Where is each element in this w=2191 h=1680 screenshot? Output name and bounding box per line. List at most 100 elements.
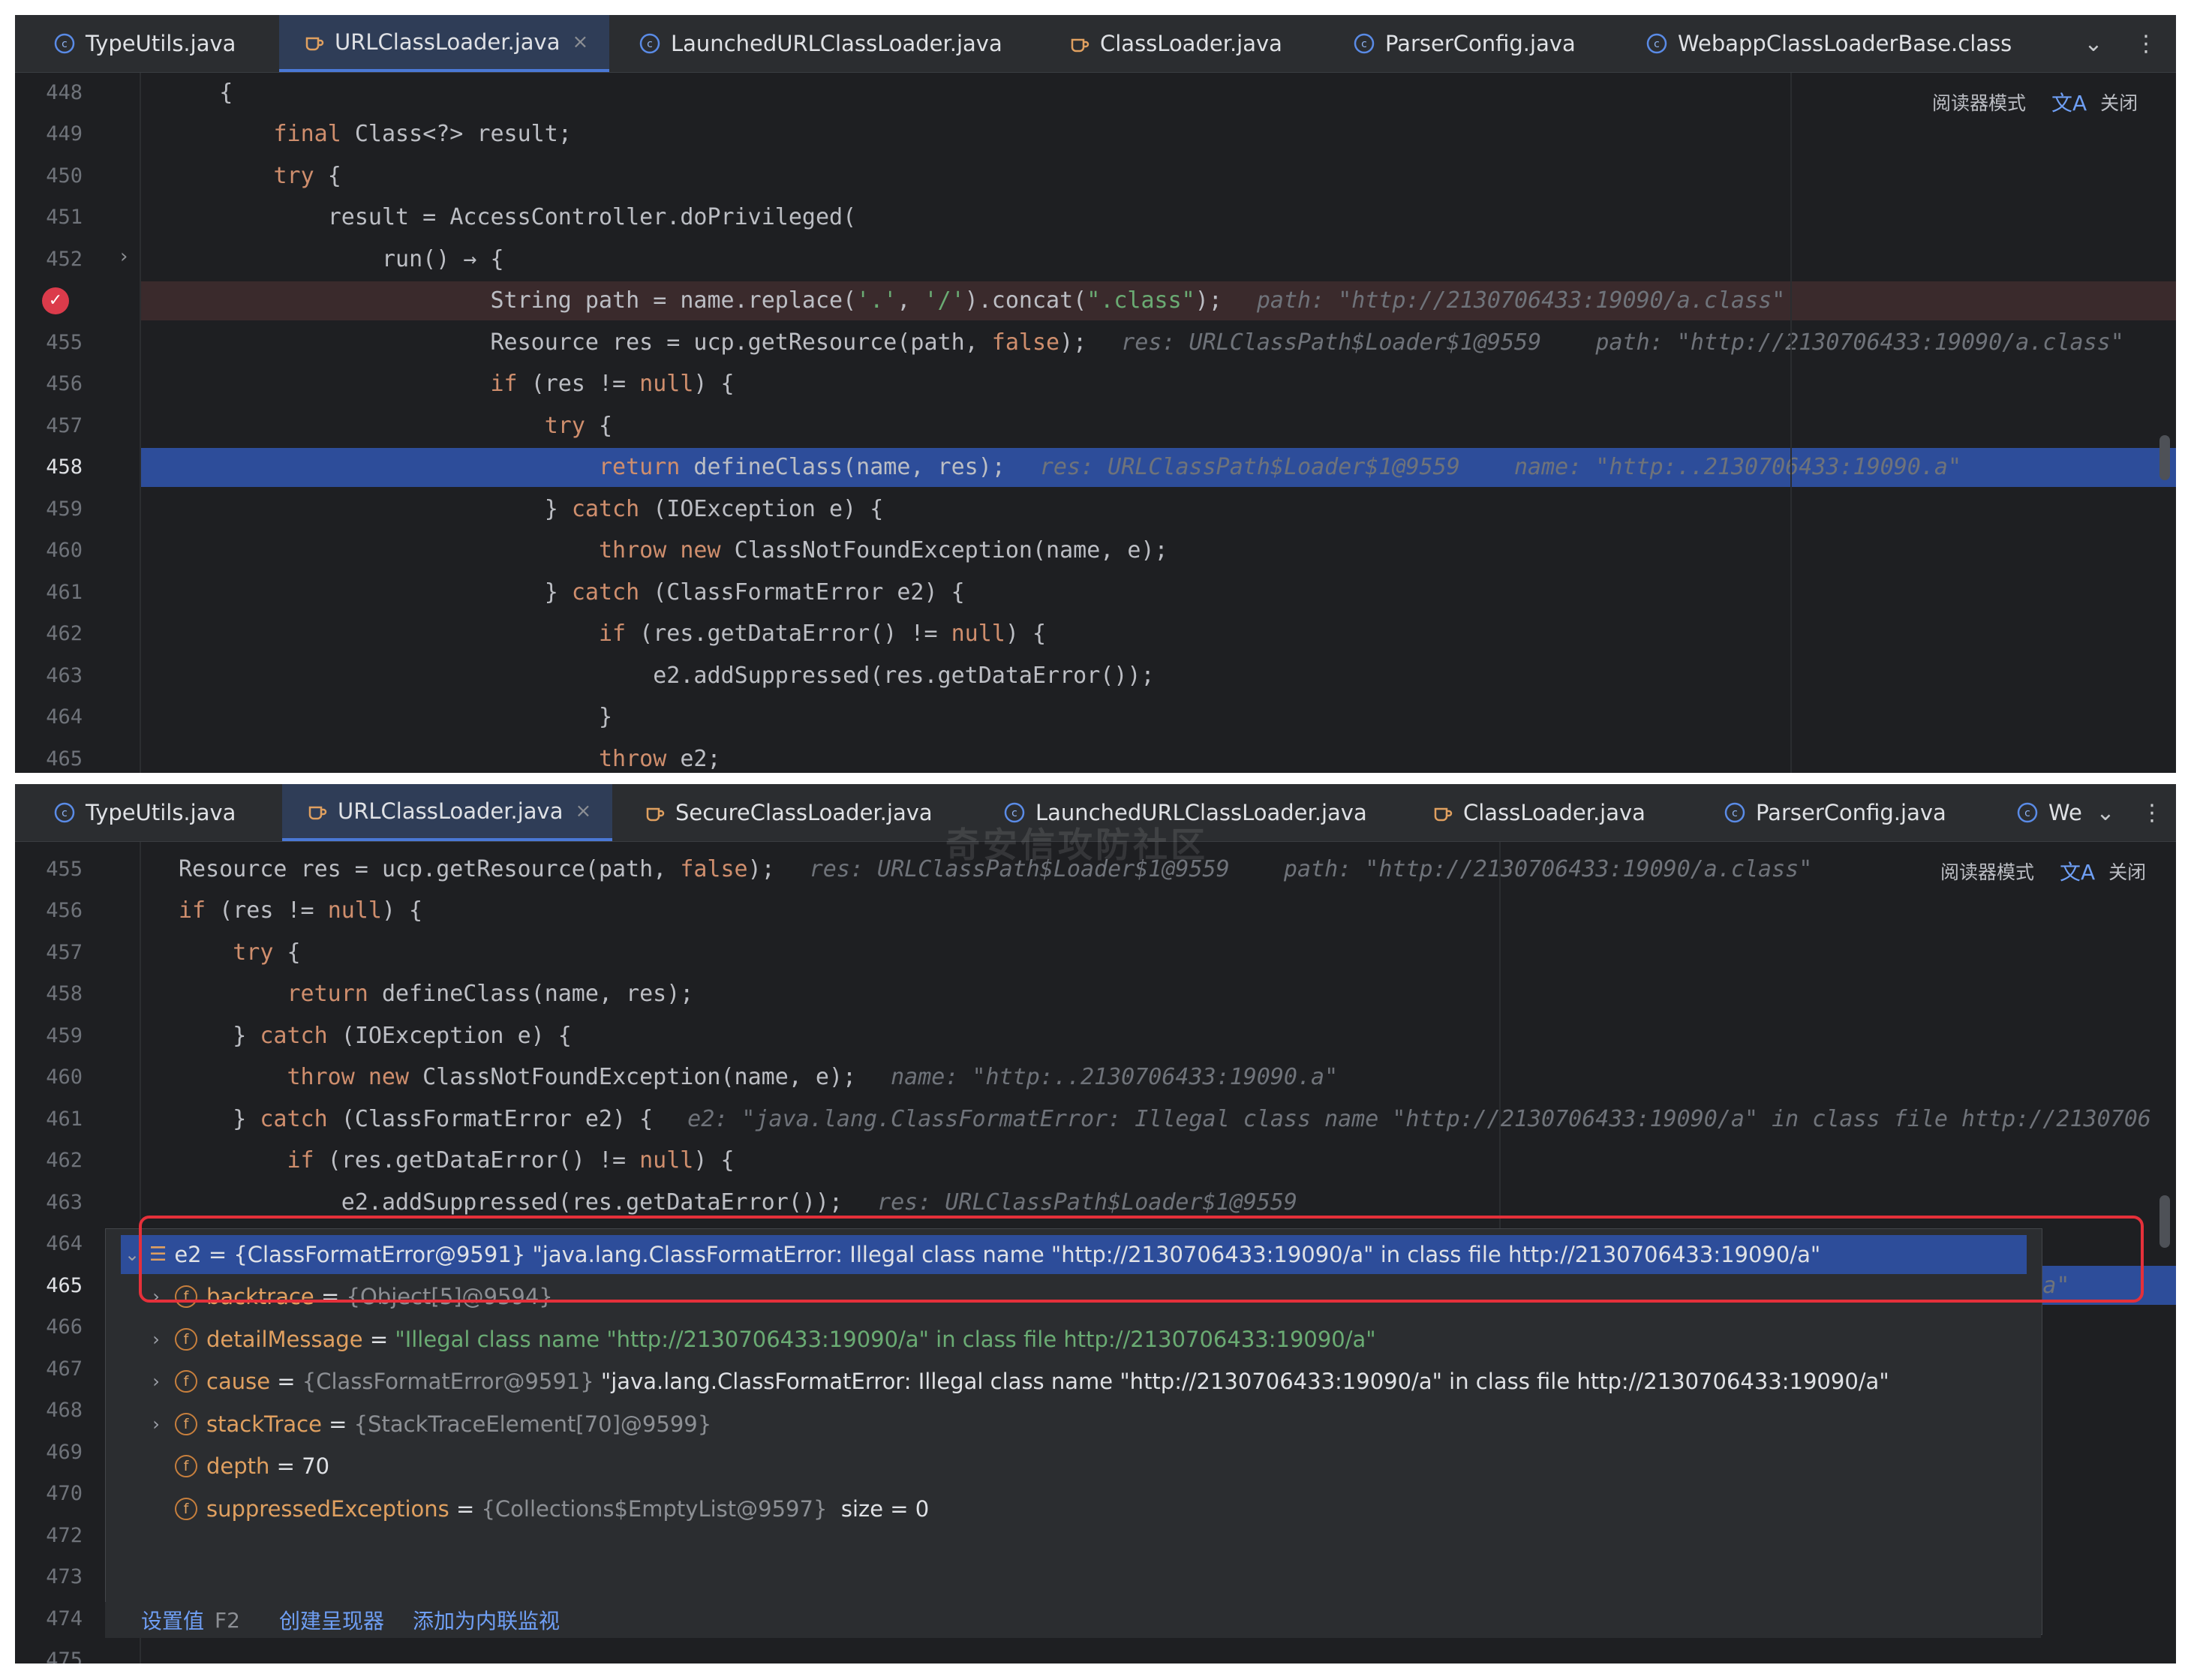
code-line[interactable]: 461 } catch (ClassFormatError e2) { [15,573,2176,612]
code-line[interactable]: 465 throw e2; [15,739,2176,773]
tab-parserconfig[interactable]: c ParserConfig.java [1700,784,1993,841]
code-line[interactable]: 463 e2.addSuppressed(res.getDataError())… [15,656,2176,695]
scrollbar-thumb[interactable] [2159,1195,2170,1248]
chevron-right-icon[interactable]: › [145,1371,167,1392]
reader-mode-bar: 阅读器模式 文A 关闭 [1940,856,2146,886]
code-text: throw new ClassNotFoundException(name, e… [165,531,1168,570]
field-value: size = 0 [827,1495,930,1522]
line-number: 461 [46,580,83,604]
right-margin-guide [1499,842,1501,1232]
close-reader-button[interactable]: 关闭 [2100,89,2138,116]
equals-sign: = [314,1284,347,1309]
code-line[interactable]: 462 if (res.getDataError() != null) { [15,1141,2176,1180]
variable-field-row[interactable]: f depth = 70 [145,1447,329,1486]
tab-urlclassloader[interactable]: URLClassLoader.java × [279,15,609,72]
code-line[interactable]: 459 } catch (IOException e) { [15,489,2176,528]
tab-launchedurlclassloader[interactable]: c LaunchedURLClassLoader.java [615,15,1035,72]
code-line[interactable]: 460 throw new ClassNotFoundException(nam… [15,531,2176,570]
tab-classloader[interactable]: ClassLoader.java [1408,784,1693,841]
code-line[interactable]: 460 throw new ClassNotFoundException(nam… [15,1058,2176,1097]
close-reader-button[interactable]: 关闭 [2108,858,2146,885]
code-line[interactable]: 459 } catch (IOException e) { [15,1016,2176,1055]
code-line[interactable]: 464 } [15,698,2176,737]
variable-field-row[interactable]: › f cause = {ClassFormatError@9591} "java.… [145,1362,1889,1401]
chevron-down-icon[interactable]: ⌄ [2090,798,2120,828]
chevron-down-icon[interactable]: ⌄ [121,1244,143,1265]
scrollbar-thumb[interactable] [2159,435,2170,480]
tab-parserconfig[interactable]: c ParserConfig.java [1330,15,1615,72]
code-line[interactable]: 457 try { [15,406,2176,445]
variable-field-row[interactable]: › f stackTrace = {StackTraceElement[70]@95… [145,1405,711,1444]
code-text: if (res != null) { [179,891,422,930]
svg-text:c: c [62,807,68,819]
create-renderer-link[interactable]: 创建呈现器 [279,1605,384,1635]
code-line[interactable]: 448 { [15,73,2176,112]
code-line[interactable]: 452 run() → { [15,239,2176,278]
equals-sign: = [201,1242,234,1267]
chevron-right-icon[interactable]: › [145,1286,167,1307]
add-inline-watch-link[interactable]: 添加为内联监视 [413,1605,560,1635]
variable-field-row[interactable]: f suppressedExceptions = {Collections$Emp… [145,1489,929,1528]
more-vertical-icon[interactable]: ⋮ [2131,29,2161,59]
line-number: 467 [46,1357,83,1381]
code-line[interactable]: 457 try { [15,933,2176,972]
line-number: 458 [46,982,83,1005]
code-line[interactable]: 449 final Class<?> result; [15,115,2176,154]
code-text: try { [165,406,612,445]
variable-field-row[interactable]: › f backtrace = {Object[5]@9594} [145,1277,553,1316]
code-line[interactable]: 458 return defineClass(name, res); res: U… [46,447,2176,487]
variable-row-e2[interactable]: ⌄ ☰ e2 = {ClassFormatError@9591} "java.l… [121,1235,2027,1274]
code-line[interactable]: 461 } catch (ClassFormatError e2) {e2: "… [15,1099,2176,1138]
code-line[interactable]: 462 if (res.getDataError() != null) { [15,615,2176,654]
code-line[interactable]: 458 return defineClass(name, res); [15,975,2176,1014]
close-tab-icon[interactable]: × [575,800,591,822]
tab-label: LaunchedURLClassLoader.java [671,31,1002,56]
more-vertical-icon[interactable]: ⋮ [2137,798,2167,828]
variable-field-row[interactable]: › f detailMessage = "Illegal class name "h… [145,1320,1376,1359]
reader-mode-button[interactable]: 阅读器模式 [1932,89,2026,116]
reader-mode-button[interactable]: 阅读器模式 [1940,858,2034,885]
close-tab-icon[interactable]: × [572,31,588,53]
tab-label: TypeUtils.java [86,31,236,56]
tab-webapp-truncated[interactable]: c We [2000,784,2083,841]
tab-secureclassloader[interactable]: SecureClassLoader.java [620,784,972,841]
fold-chevron-icon[interactable]: › [120,245,128,268]
code-text: try { [179,933,300,972]
translate-icon[interactable]: 文A [2051,87,2087,117]
code-source: throw e2; [598,745,721,772]
code-line[interactable]: 475 [15,1641,2176,1663]
code-source: final Class<?> result; [273,121,572,147]
tab-urlclassloader[interactable]: URLClassLoader.java × [282,784,612,841]
code-line[interactable]: 451 result = AccessController.doPrivileg… [15,198,2176,237]
reader-mode-bar: 阅读器模式 文A 关闭 [1932,87,2138,117]
tab-typeutils[interactable]: c TypeUtils.java [30,15,278,72]
class-c-icon: c [639,33,660,54]
line-number: 464 [46,1232,83,1255]
equals-sign: = [321,1411,354,1437]
java-cup-icon [644,802,665,823]
chevron-right-icon[interactable]: › [145,1329,167,1350]
chevron-right-icon[interactable]: › [145,1414,167,1435]
code-line[interactable]: String path = name.replace('.', '/').con… [141,281,2176,320]
field-value: "Illegal class name "http://2130706433:1… [395,1326,1376,1352]
set-value-link[interactable]: 设置值 [141,1605,204,1635]
code-source: result = AccessController.doPrivileged( [327,204,857,230]
code-line[interactable]: 463 e2.addSuppressed(res.getDataError())… [15,1183,2176,1222]
breakpoint-icon[interactable]: ✓ [42,287,69,314]
tab-webappclassloaderbase[interactable]: c WebappClassLoaderBase.class [1622,15,2042,72]
field-name: backtrace [206,1284,314,1309]
code-line[interactable]: 456 if (res != null) { [15,891,2176,930]
tab-label: ClassLoader.java [1100,31,1282,56]
debug-variable-popup[interactable]: ⌄ ☰ e2 = {ClassFormatError@9591} "java.l… [105,1228,2042,1635]
chevron-down-icon[interactable]: ⌄ [2078,29,2108,59]
tab-bar-top: c TypeUtils.java URLClassLoader.java × c… [15,15,2176,73]
tab-label: WebappClassLoaderBase.class [1678,31,2012,56]
translate-icon[interactable]: 文A [2060,856,2095,886]
field-name: suppressedExceptions [206,1495,449,1522]
code-line[interactable]: 455 Resource res = ucp.getResource(path,… [15,323,2176,362]
java-cup-icon [1068,33,1089,54]
code-line[interactable]: 450 try { [15,156,2176,195]
code-line[interactable]: 456 if (res != null) { [15,365,2176,404]
tab-typeutils[interactable]: c TypeUtils.java [30,784,278,841]
tab-classloader[interactable]: ClassLoader.java [1044,15,1322,72]
